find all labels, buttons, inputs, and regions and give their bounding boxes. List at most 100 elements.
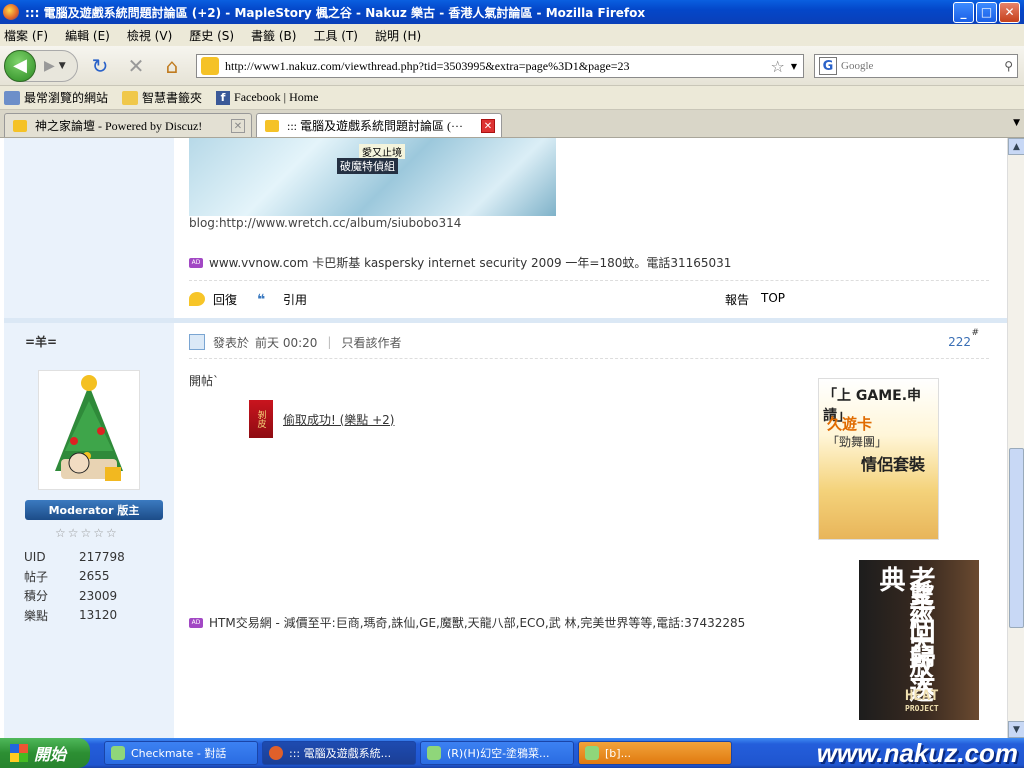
google-icon[interactable]: G xyxy=(819,57,837,75)
bookmark-label: 最常瀏覽的網站 xyxy=(24,91,109,105)
forward-button[interactable]: ▶ xyxy=(44,58,55,74)
page-icon xyxy=(4,90,20,105)
url-input[interactable] xyxy=(225,58,771,74)
windows-logo-icon xyxy=(10,744,28,762)
taskbar-item-chat[interactable]: (R)(H)幻空-塗鴉菜... xyxy=(420,741,574,765)
menu-help[interactable]: 說明 (H) xyxy=(375,27,421,44)
floor-number[interactable]: 222 xyxy=(948,335,971,349)
stat-row: UID 217798 xyxy=(24,547,164,567)
menu-view[interactable]: 檢視 (V) xyxy=(127,27,172,44)
ad-logo-sub: PROJECT xyxy=(905,704,939,713)
bookmark-facebook[interactable]: f Facebook | Home xyxy=(216,90,318,105)
ad-text: 久遊卡 xyxy=(827,415,873,433)
scroll-down-icon[interactable]: ▼ xyxy=(1008,721,1024,738)
award-card-icon: 剝皮 xyxy=(249,400,273,438)
menu-edit[interactable]: 編輯 (E) xyxy=(65,27,110,44)
menu-tools[interactable]: 工具 (T) xyxy=(313,27,358,44)
report-link[interactable]: 報告 xyxy=(725,291,749,308)
vertical-scrollbar[interactable]: ▲ ▼ xyxy=(1007,138,1024,738)
rank-stars: ☆☆☆☆☆ xyxy=(55,526,119,540)
maximize-button[interactable]: □ xyxy=(976,1,997,23)
search-input[interactable] xyxy=(841,60,1005,72)
taskbar: 開始 Checkmate - 對話 ::: 電腦及遊戲系統... (R)(H)幻… xyxy=(0,738,1024,768)
back-button[interactable]: ◀ xyxy=(4,49,36,82)
history-dropdown-icon[interactable]: ▼ xyxy=(59,61,66,71)
bookmark-smart-folder[interactable]: 智慧書籤夾 xyxy=(122,89,202,106)
stat-row: 積分 23009 xyxy=(24,586,164,606)
search-box[interactable]: G ⚲ xyxy=(814,54,1018,78)
url-bar[interactable]: ☆ ▼ xyxy=(196,54,804,78)
tab-shenzhijia[interactable]: 神之家論壇 - Powered by Discuz! ✕ xyxy=(4,113,252,137)
tab-list-icon[interactable]: ▼ xyxy=(1013,118,1020,128)
ad-link[interactable]: HTM交易網 - 減價至平:巨商,瑪奇,誅仙,GE,魔獸,天龍八部,ECO,武 … xyxy=(209,614,745,631)
ad-icon: AD xyxy=(189,617,203,628)
moderator-badge: Moderator 版主 xyxy=(25,500,163,520)
tab-nakuz[interactable]: ::: 電腦及遊戲系統問題討論區 (··· ✕ xyxy=(256,113,502,137)
window-title: ::: 電腦及遊戲系統問題討論區 (+2) - MapleStory 楓之谷 -… xyxy=(25,5,646,20)
posted-label: 發表於 xyxy=(213,335,250,350)
bookmark-star-icon[interactable]: ☆ xyxy=(771,57,785,76)
firefox-icon xyxy=(3,4,19,20)
scroll-up-icon[interactable]: ▲ xyxy=(1008,138,1024,155)
watermark: www.nakuz.com xyxy=(816,737,1018,768)
pipe-divider: | xyxy=(327,335,332,349)
divider xyxy=(189,280,989,281)
quote-icon: ❝ xyxy=(257,292,266,308)
menu-bookmarks[interactable]: 書籤 (B) xyxy=(251,27,296,44)
folder-icon xyxy=(122,90,139,105)
back-forward-group: ◀ ▶ ▼ xyxy=(4,49,78,82)
ad-text: 「勁舞團」 xyxy=(827,435,888,449)
author-name[interactable]: =羊= xyxy=(25,333,57,350)
minimize-button[interactable]: _ xyxy=(953,1,974,23)
tab-close-icon[interactable]: ✕ xyxy=(481,119,495,133)
menu-history[interactable]: 歷史 (S) xyxy=(189,27,234,44)
top-link[interactable]: TOP xyxy=(761,291,785,308)
site-favicon xyxy=(201,57,219,75)
quote-link[interactable]: 引用 xyxy=(283,291,307,308)
taskbar-item-flashing[interactable]: [b]... xyxy=(578,741,732,765)
ad-banner-heat-project[interactable]: 老手回歸大典 雙經大放送 HEAT PROJECT xyxy=(859,560,979,720)
tab-favicon xyxy=(265,119,279,132)
post-body: 開帖` xyxy=(189,374,220,388)
bookmarks-toolbar: 最常瀏覽的網站 智慧書籤夾 f Facebook | Home xyxy=(0,86,1024,110)
stat-row: 樂點 13120 xyxy=(24,606,164,626)
stat-value: 2655 xyxy=(79,569,110,584)
tab-strip: 神之家論壇 - Powered by Discuz! ✕ ::: 電腦及遊戲系統… xyxy=(0,110,1024,138)
ad-line[interactable]: AD HTM交易網 - 減價至平:巨商,瑪奇,誅仙,GE,魔獸,天龍八部,ECO… xyxy=(189,614,745,631)
left-column-bg xyxy=(4,138,174,318)
award-text[interactable]: 偷取成功! (樂點 +2) xyxy=(283,411,395,428)
url-dropdown-icon[interactable]: ▼ xyxy=(791,62,797,71)
taskbar-item-firefox[interactable]: ::: 電腦及遊戲系統... xyxy=(262,741,416,765)
image-label: 愛又止境 xyxy=(359,144,405,159)
award-notice: 剝皮 偷取成功! (樂點 +2) xyxy=(249,400,395,438)
post-actions: 回復 ❝ 引用 報告 TOP xyxy=(189,290,989,308)
author-stats: UID 217798 帖子 2655 積分 23009 樂點 13120 xyxy=(24,547,164,625)
scroll-thumb[interactable] xyxy=(1009,448,1024,628)
reply-link[interactable]: 回復 xyxy=(213,291,237,308)
ad-line[interactable]: AD www.vvnow.com 卡巴斯基 kaspersky internet… xyxy=(189,254,731,271)
bookmark-label: Facebook | Home xyxy=(234,90,319,104)
only-author-link[interactable]: 只看該作者 xyxy=(341,334,401,351)
reload-icon[interactable]: ↻ xyxy=(86,52,114,80)
start-label: 開始 xyxy=(34,745,67,764)
home-icon[interactable]: ⌂ xyxy=(158,52,186,80)
start-button[interactable]: 開始 xyxy=(0,738,90,768)
ad-text: 情侶套裝 xyxy=(861,455,926,474)
facebook-icon: f xyxy=(216,90,231,105)
taskbar-item-checkmate[interactable]: Checkmate - 對話 xyxy=(104,741,258,765)
navigation-toolbar: ◀ ▶ ▼ ↻ ✕ ⌂ ☆ ▼ G ⚲ xyxy=(0,46,1024,86)
ad-link[interactable]: www.vvnow.com 卡巴斯基 kaspersky internet se… xyxy=(209,254,731,271)
reply-icon xyxy=(189,292,205,306)
bookmark-label: 智慧書籤夾 xyxy=(142,91,203,105)
close-button[interactable]: ✕ xyxy=(999,1,1020,23)
search-icon[interactable]: ⚲ xyxy=(1004,59,1013,73)
stop-icon[interactable]: ✕ xyxy=(122,52,150,80)
blog-link[interactable]: blog:http://www.wretch.cc/album/siubobo3… xyxy=(189,216,461,230)
tab-close-icon[interactable]: ✕ xyxy=(231,119,245,133)
firefox-icon xyxy=(269,746,283,760)
menu-file[interactable]: 檔案 (F) xyxy=(4,27,48,44)
stat-value: 13120 xyxy=(79,608,118,623)
bookmark-most-visited[interactable]: 最常瀏覽的網站 xyxy=(4,89,108,106)
msn-icon xyxy=(111,746,125,760)
ad-banner-jiuyou[interactable]: 「上 GAME.申請」 久遊卡 「勁舞團」 情侶套裝 xyxy=(818,378,939,540)
